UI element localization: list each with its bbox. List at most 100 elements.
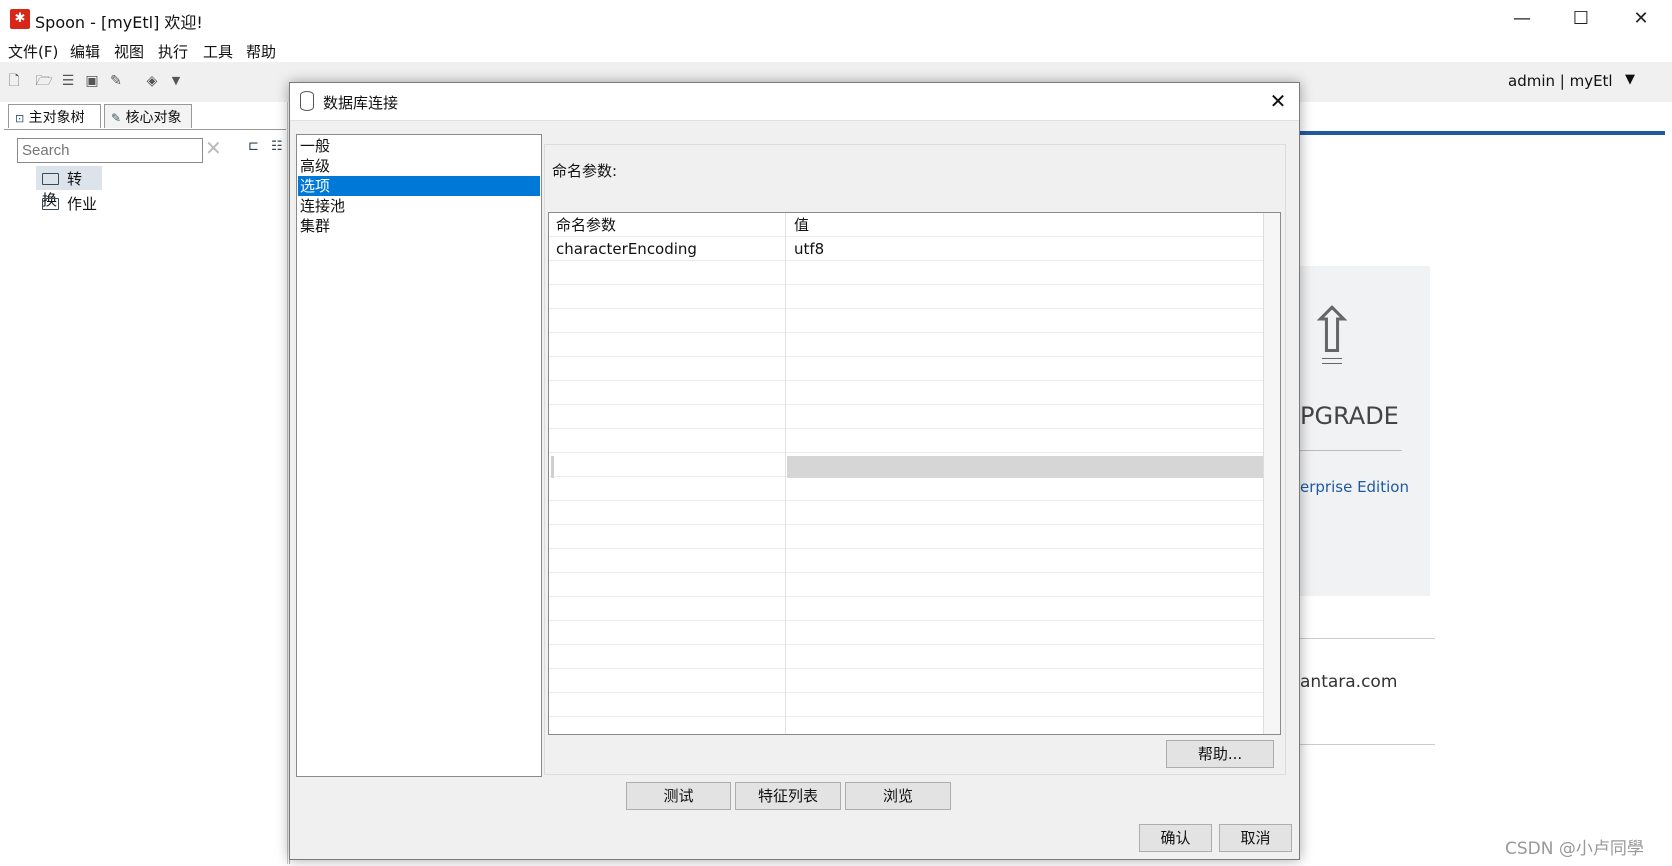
- empty-value-cell[interactable]: [787, 525, 1263, 549]
- empty-name-cell[interactable]: [549, 693, 786, 717]
- empty-table-row[interactable]: [549, 525, 1263, 549]
- empty-table-row[interactable]: [549, 645, 1263, 669]
- nav-item-options[interactable]: 选项: [298, 176, 540, 196]
- menu-help[interactable]: 帮助: [246, 41, 276, 62]
- nav-item-cluster[interactable]: 集群: [298, 216, 540, 236]
- nav-item-pooling[interactable]: 连接池: [298, 196, 540, 216]
- dropdown-caret-icon[interactable]: ▼: [167, 72, 185, 90]
- column-header-value[interactable]: 值: [787, 213, 1263, 237]
- user-repository-info[interactable]: admin | myEtl: [1508, 72, 1613, 90]
- new-file-icon[interactable]: 🗋: [5, 72, 23, 90]
- empty-table-row[interactable]: [549, 285, 1263, 309]
- menu-file[interactable]: 文件(F): [8, 41, 58, 62]
- empty-name-cell[interactable]: [549, 717, 786, 734]
- empty-name-cell[interactable]: [549, 669, 786, 693]
- tab-core-objects[interactable]: ✎ 核心对象: [104, 104, 192, 128]
- menu-run[interactable]: 执行: [158, 41, 188, 62]
- empty-name-cell[interactable]: [549, 477, 786, 501]
- save-icon[interactable]: ▣: [83, 72, 101, 90]
- empty-table-row[interactable]: [549, 357, 1263, 381]
- empty-value-cell[interactable]: [787, 501, 1263, 525]
- empty-table-row[interactable]: [549, 549, 1263, 573]
- nav-item-advanced[interactable]: 高级: [298, 156, 540, 176]
- empty-name-cell[interactable]: [549, 573, 786, 597]
- layers-icon[interactable]: ◈: [143, 72, 161, 90]
- menu-view[interactable]: 视图: [114, 41, 144, 62]
- empty-value-cell[interactable]: [787, 261, 1263, 285]
- nav-item-general[interactable]: 一般: [298, 136, 540, 156]
- empty-name-cell[interactable]: [549, 381, 786, 405]
- empty-table-row[interactable]: [549, 717, 1263, 734]
- tree-collapse-icon[interactable]: ⊏: [248, 139, 259, 154]
- empty-name-cell[interactable]: [549, 429, 786, 453]
- empty-table-row[interactable]: [549, 669, 1263, 693]
- tree-item-transformations[interactable]: 转换: [36, 166, 102, 209]
- empty-name-cell[interactable]: [549, 621, 786, 645]
- empty-name-cell[interactable]: [549, 333, 786, 357]
- empty-name-cell[interactable]: [549, 285, 786, 309]
- close-window-button[interactable]: ✕: [1612, 0, 1670, 38]
- empty-table-row[interactable]: [549, 501, 1263, 525]
- minimize-button[interactable]: —: [1493, 0, 1551, 38]
- test-button[interactable]: 测试: [626, 782, 731, 810]
- empty-table-row[interactable]: [549, 333, 1263, 357]
- empty-name-cell[interactable]: [549, 357, 786, 381]
- empty-value-cell[interactable]: [787, 309, 1263, 333]
- empty-table-row[interactable]: [549, 477, 1263, 501]
- empty-table-row[interactable]: [549, 573, 1263, 597]
- empty-value-cell[interactable]: [787, 405, 1263, 429]
- empty-table-row[interactable]: [549, 405, 1263, 429]
- empty-value-cell[interactable]: [787, 621, 1263, 645]
- website-link[interactable]: antara.com: [1300, 672, 1397, 692]
- empty-value-cell[interactable]: [787, 333, 1263, 357]
- user-menu-caret-icon[interactable]: ▼: [1625, 72, 1635, 87]
- empty-value-cell[interactable]: [787, 573, 1263, 597]
- empty-table-row[interactable]: [549, 261, 1263, 285]
- empty-name-cell[interactable]: [549, 501, 786, 525]
- ok-button[interactable]: 确认: [1139, 824, 1212, 852]
- maximize-button[interactable]: ☐: [1552, 0, 1610, 38]
- clear-search-icon[interactable]: ✕: [205, 136, 222, 160]
- tree-expand-icon[interactable]: ☷: [271, 139, 283, 154]
- help-button[interactable]: 帮助...: [1166, 740, 1274, 768]
- cancel-button[interactable]: 取消: [1219, 824, 1292, 852]
- open-icon[interactable]: 🗁: [35, 72, 53, 90]
- empty-name-cell[interactable]: [549, 261, 786, 285]
- empty-table-row[interactable]: [549, 381, 1263, 405]
- empty-value-cell[interactable]: [787, 285, 1263, 309]
- empty-value-cell[interactable]: [787, 717, 1263, 734]
- empty-value-cell[interactable]: [787, 645, 1263, 669]
- empty-value-cell[interactable]: [787, 477, 1263, 501]
- menu-tools[interactable]: 工具: [203, 41, 233, 62]
- empty-name-cell[interactable]: [549, 453, 786, 477]
- empty-value-cell[interactable]: [787, 597, 1263, 621]
- empty-value-cell[interactable]: [787, 429, 1263, 453]
- empty-value-cell[interactable]: [787, 669, 1263, 693]
- feature-list-button[interactable]: 特征列表: [735, 782, 841, 810]
- selected-empty-cell[interactable]: [787, 456, 1263, 478]
- empty-table-row[interactable]: [549, 621, 1263, 645]
- empty-name-cell[interactable]: [549, 549, 786, 573]
- column-header-name[interactable]: 命名参数: [549, 213, 786, 237]
- empty-table-row[interactable]: [549, 429, 1263, 453]
- empty-name-cell[interactable]: [549, 309, 786, 333]
- dialog-close-icon[interactable]: ✕: [1263, 86, 1293, 116]
- enterprise-edition-link[interactable]: erprise Edition: [1300, 478, 1409, 496]
- browse-button[interactable]: 浏览: [845, 782, 951, 810]
- search-input[interactable]: [17, 138, 203, 163]
- empty-table-row[interactable]: [549, 309, 1263, 333]
- empty-name-cell[interactable]: [549, 645, 786, 669]
- empty-name-cell[interactable]: [549, 525, 786, 549]
- menu-edit[interactable]: 编辑: [70, 41, 100, 62]
- table-scrollbar[interactable]: [1263, 213, 1280, 734]
- empty-name-cell[interactable]: [549, 405, 786, 429]
- empty-table-row[interactable]: [549, 693, 1263, 717]
- empty-value-cell[interactable]: [787, 381, 1263, 405]
- tree-item-jobs[interactable]: 作业: [36, 191, 103, 215]
- param-value-cell[interactable]: utf8: [787, 237, 1263, 261]
- tab-main-object-tree[interactable]: ⊡ 主对象树: [8, 104, 101, 128]
- param-name-cell[interactable]: characterEncoding: [549, 237, 786, 261]
- empty-table-row[interactable]: [549, 597, 1263, 621]
- empty-value-cell[interactable]: [787, 693, 1263, 717]
- empty-name-cell[interactable]: [549, 597, 786, 621]
